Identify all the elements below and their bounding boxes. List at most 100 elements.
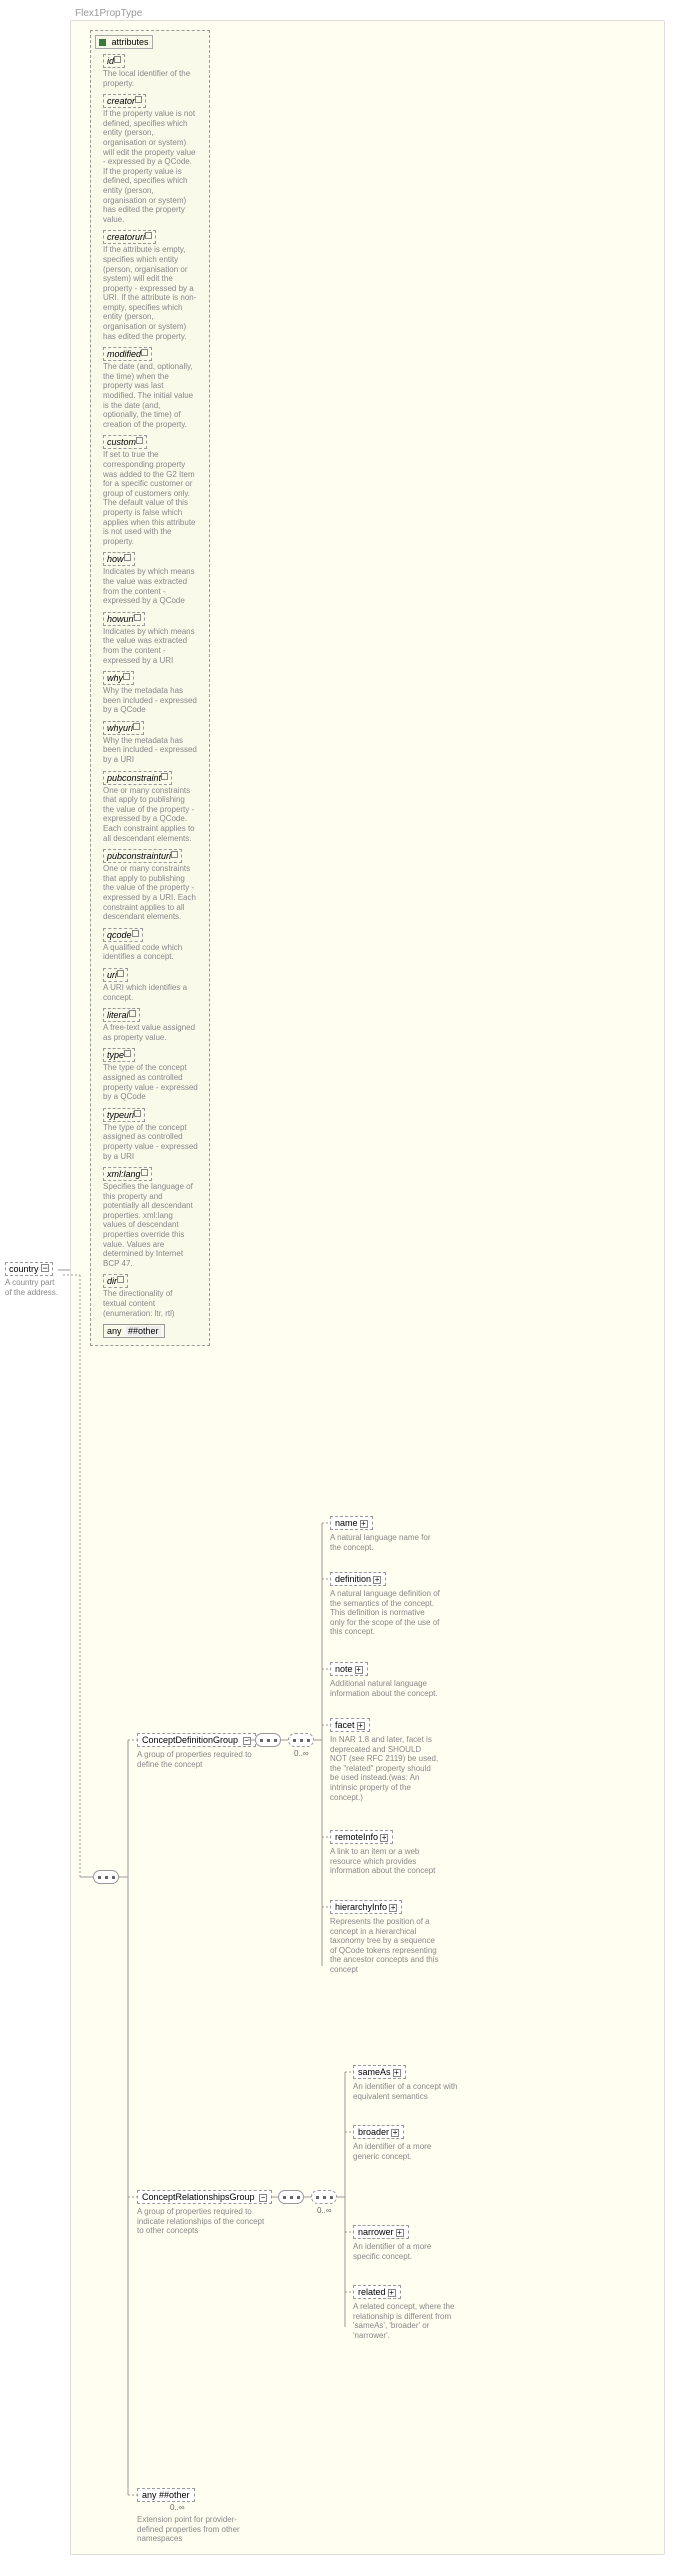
attribute-howuri: howuri	[103, 612, 145, 626]
any-label: any	[107, 1326, 122, 1336]
sequence-icon	[311, 2190, 337, 2204]
attr-type-icon	[117, 1276, 124, 1283]
attribute-literal: literal	[103, 1008, 140, 1022]
country-label: country	[9, 1264, 39, 1274]
country-element: country A country part of the address.	[5, 1262, 63, 1297]
attribute-desc: Indicates by which means the value was e…	[103, 627, 198, 665]
sequence-icon	[255, 1733, 281, 1747]
el-label: hierarchyInfo	[335, 1902, 387, 1912]
el-label: note	[335, 1664, 353, 1674]
el-desc: A natural language name for the concept.	[330, 1533, 440, 1552]
el-desc: A related concept, where the relationshi…	[353, 2302, 458, 2340]
concept-rel-label: ConceptRelationshipsGroup	[142, 2192, 255, 2202]
attribute-desc: If the attribute is empty, specifies whi…	[103, 245, 198, 341]
attribute-why: why	[103, 671, 134, 685]
concept-rel-desc: A group of properties required to indica…	[137, 2207, 267, 2236]
attr-type-icon	[123, 673, 130, 680]
sequence-icon	[288, 1733, 314, 1747]
attribute-type: type	[103, 1048, 135, 1062]
el-label: name	[335, 1518, 358, 1528]
element-related: related+	[353, 2285, 401, 2299]
el-label: related	[358, 2287, 386, 2297]
attribute-xml:lang: xml:lang	[103, 1167, 152, 1181]
el-desc: A link to an item or a web resource whic…	[330, 1847, 440, 1876]
attribute-desc: The type of the concept assigned as cont…	[103, 1123, 198, 1161]
cardinality: 0..∞	[317, 2206, 332, 2215]
el-desc: An identifier of a more specific concept…	[353, 2242, 458, 2261]
el-label: remoteInfo	[335, 1832, 378, 1842]
el-label: sameAs	[358, 2067, 391, 2077]
attributes-header: attributes	[95, 35, 153, 49]
attribute-desc: One or many constraints that apply to pu…	[103, 864, 198, 922]
expand-icon: +	[357, 1722, 365, 1730]
any-ext-desc: Extension point for provider-defined pro…	[137, 2515, 247, 2544]
attribute-custom: custom	[103, 435, 147, 449]
el-desc: Represents the position of a concept in …	[330, 1917, 440, 1975]
el-desc: A natural language definition of the sem…	[330, 1589, 440, 1637]
attribute-desc: If the property value is not defined, sp…	[103, 109, 198, 224]
attribute-desc: Why the metadata has been included - exp…	[103, 736, 198, 765]
el-label: narrower	[358, 2227, 394, 2237]
attribute-pubconstraint: pubconstraint	[103, 771, 172, 785]
attr-type-icon	[117, 970, 124, 977]
element-name: name+	[330, 1516, 373, 1530]
el-desc: In NAR 1.8 and later, facet is deprecate…	[330, 1735, 440, 1802]
attribute-pubconstrainturi: pubconstrainturi	[103, 849, 182, 863]
element-definition: definition+	[330, 1572, 386, 1586]
attr-type-icon	[145, 232, 152, 239]
attr-type-icon	[124, 1050, 131, 1057]
attribute-desc: Why the metadata has been included - exp…	[103, 686, 198, 715]
expand-icon: +	[380, 1834, 388, 1842]
sequence-icon	[278, 2190, 304, 2204]
el-desc: An identifier of a concept with equivale…	[353, 2082, 458, 2101]
el-desc: An identifier of a more generic concept.	[353, 2142, 458, 2161]
attribute-desc: The date (and, optionally, the time) whe…	[103, 362, 198, 429]
sequence-icon	[93, 1870, 119, 1884]
collapse-icon	[41, 1264, 49, 1272]
attr-type-icon	[132, 930, 139, 937]
attr-type-icon	[136, 437, 143, 444]
any-other-text: ##other	[126, 1326, 161, 1336]
element-narrower: narrower+	[353, 2225, 409, 2239]
type-header: Flex1PropType	[75, 8, 142, 19]
expand-icon: +	[360, 1520, 368, 1528]
cardinality: 0..∞	[294, 1749, 309, 1758]
el-label: broader	[358, 2127, 389, 2137]
attr-type-icon	[171, 851, 178, 858]
element-hierarchyInfo: hierarchyInfo+	[330, 1900, 402, 1914]
attribute-how: how	[103, 552, 135, 566]
concept-definition-group: ConceptDefinitionGroup −	[137, 1733, 256, 1747]
concept-relationships-group: ConceptRelationshipsGroup −	[137, 2190, 272, 2204]
element-note: note+	[330, 1662, 368, 1676]
expand-icon: −	[259, 2194, 267, 2202]
attribute-typeuri: typeuri	[103, 1108, 145, 1122]
attribute-desc: A qualified code which identifies a conc…	[103, 943, 198, 962]
attribute-desc: One or many constraints that apply to pu…	[103, 786, 198, 844]
country-desc: A country part of the address.	[5, 1278, 63, 1297]
attribute-creatoruri: creatoruri	[103, 230, 156, 244]
attributes-label: attributes	[112, 37, 149, 47]
any-other-attr: any ##other	[103, 1324, 165, 1338]
attribute-desc: The directionality of textual content (e…	[103, 1289, 198, 1318]
attr-type-icon	[134, 1110, 141, 1117]
expand-icon: +	[396, 2229, 404, 2237]
attr-type-icon	[141, 1169, 148, 1176]
attributes-container: attributes idThe local identifier of the…	[90, 30, 210, 1346]
element-broader: broader+	[353, 2125, 404, 2139]
attr-type-icon	[114, 56, 121, 63]
cardinality: 0..∞	[170, 2503, 185, 2512]
attr-type-icon	[141, 349, 148, 356]
attribute-qcode: qcode	[103, 928, 143, 942]
any-other-element: any ##other	[137, 2488, 195, 2502]
attribute-desc: The type of the concept assigned as cont…	[103, 1063, 198, 1101]
expand-icon: +	[355, 1666, 363, 1674]
attributes-icon	[99, 39, 106, 46]
el-label: definition	[335, 1574, 371, 1584]
attr-type-icon	[134, 614, 141, 621]
attribute-whyuri: whyuri	[103, 721, 144, 735]
attribute-uri: uri	[103, 968, 128, 982]
expand-icon: −	[243, 1737, 251, 1745]
attribute-creator: creator	[103, 94, 146, 108]
el-label: facet	[335, 1720, 355, 1730]
attribute-desc: A URI which identifies a concept.	[103, 983, 198, 1002]
